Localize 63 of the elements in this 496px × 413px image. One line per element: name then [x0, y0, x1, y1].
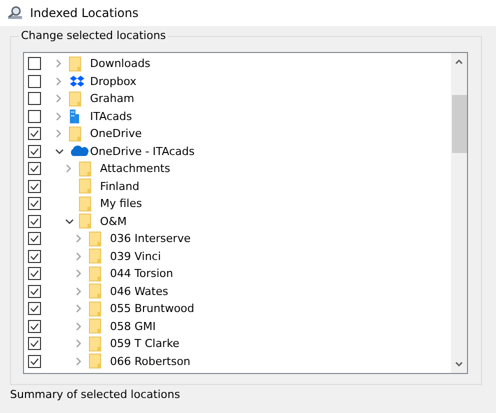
location-name[interactable]: 044 Torsion — [109, 267, 174, 280]
folder-icon — [79, 196, 92, 212]
location-name[interactable]: ITAcads — [89, 110, 132, 123]
checkbox[interactable] — [28, 284, 41, 298]
scrollbar[interactable] — [451, 53, 467, 373]
tree-view[interactable]: Downloads Dropbox Graham ITAcads OneDrive OneDrive - ITAcads Attachments Finland My files O&M 036 Interserve 039 Vinci 044 Torsion 046 Wates 055 Bruntwood 058 GMI 059 T Clarke 066 Robertson — [23, 52, 468, 374]
location-name[interactable]: 046 Wates — [109, 284, 168, 298]
folder-icon — [79, 178, 92, 194]
folder-icon — [89, 230, 102, 247]
checkbox[interactable] — [28, 267, 41, 280]
checkbox[interactable] — [28, 162, 41, 176]
checkbox[interactable] — [28, 110, 41, 123]
folder-icon — [69, 56, 82, 72]
location-name[interactable]: 055 Bruntwood — [109, 302, 194, 316]
search-icon — [7, 5, 23, 21]
location-name[interactable]: Finland — [99, 180, 140, 193]
checkbox[interactable] — [28, 320, 41, 333]
folder-icon — [89, 266, 102, 282]
location-name[interactable]: Graham — [89, 92, 134, 106]
location-name[interactable]: My files — [99, 197, 142, 210]
checkbox[interactable] — [28, 214, 41, 228]
folder-icon — [79, 213, 92, 230]
dropbox-icon — [69, 74, 85, 88]
checkbox[interactable] — [28, 232, 41, 246]
location-name[interactable]: 036 Interserve — [109, 232, 191, 246]
building-icon — [69, 108, 80, 124]
folder-icon — [89, 353, 102, 370]
checkbox[interactable] — [28, 197, 41, 210]
checkbox[interactable] — [28, 127, 41, 140]
location-name[interactable]: 039 Vinci — [109, 250, 161, 263]
cloud-icon — [69, 145, 89, 158]
checkbox[interactable] — [28, 74, 41, 88]
location-name[interactable]: OneDrive - ITAcads — [89, 144, 195, 158]
group-label: Change selected locations — [19, 29, 168, 42]
folder-icon — [89, 336, 102, 352]
folder-icon — [69, 90, 82, 107]
location-name[interactable]: OneDrive — [89, 127, 142, 140]
checkbox[interactable] — [28, 302, 41, 316]
location-name[interactable]: Dropbox — [89, 74, 136, 88]
folder-icon — [89, 300, 102, 317]
checkbox[interactable] — [28, 57, 41, 70]
folder-icon — [89, 248, 102, 264]
scroll-thumb[interactable] — [452, 95, 466, 153]
folder-icon — [89, 318, 102, 334]
location-name[interactable]: 066 Robertson — [109, 354, 190, 368]
checkbox[interactable] — [28, 250, 41, 263]
folder-icon — [79, 160, 92, 177]
folder-icon — [69, 126, 82, 142]
checkbox[interactable] — [28, 337, 41, 350]
location-name[interactable]: Attachments — [99, 162, 170, 176]
location-name[interactable]: Downloads — [89, 57, 150, 70]
scroll-up-icon[interactable] — [455, 59, 463, 64]
location-name[interactable]: O&M — [99, 214, 127, 228]
checkbox[interactable] — [28, 144, 41, 158]
checkbox[interactable] — [28, 180, 41, 193]
folder-icon — [89, 283, 102, 300]
scroll-down-icon[interactable] — [455, 362, 463, 367]
checkbox[interactable] — [28, 354, 41, 368]
section-label: Summary of selected locations — [10, 388, 182, 401]
window-title: Indexed Locations — [30, 6, 138, 20]
location-name[interactable]: 058 GMI — [109, 320, 156, 333]
checkbox[interactable] — [28, 92, 41, 106]
location-name[interactable]: 059 T Clarke — [109, 337, 180, 350]
